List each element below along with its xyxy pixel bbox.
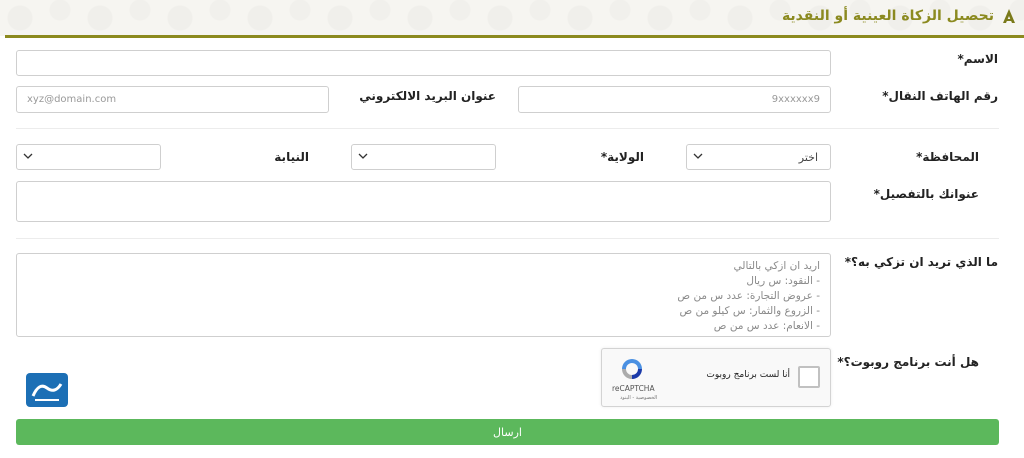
placeholder-line: - الزروع والثمار: س كيلو من ص bbox=[679, 305, 820, 317]
page-title: تحصيل الزكاة العينية أو النقدية bbox=[781, 8, 994, 24]
recaptcha-terms[interactable]: الخصوصية - البنود bbox=[620, 395, 657, 401]
niyaba-select[interactable] bbox=[16, 144, 161, 170]
name-input[interactable] bbox=[16, 50, 831, 76]
section-divider bbox=[16, 238, 999, 239]
governorate-value: اختر bbox=[798, 151, 818, 164]
placeholder-line: - عروض التجارة: عدد س من ص bbox=[677, 290, 820, 302]
recaptcha-text: أنا لست برنامج روبوت bbox=[706, 370, 790, 380]
recaptcha-brand: reCAPTCHA bbox=[612, 384, 655, 393]
governorate-select[interactable]: اختر bbox=[686, 144, 831, 170]
placeholder-line: اريد ان ازكي بالتالي bbox=[733, 260, 820, 272]
robot-label: هل أنت برنامج روبوت؟* bbox=[837, 355, 979, 369]
email-input[interactable]: xyz@domain.com bbox=[16, 86, 329, 113]
recaptcha-logo-icon bbox=[622, 359, 642, 379]
name-label: الاسم* bbox=[957, 52, 998, 66]
phone-input[interactable]: 9xxxxxx9 bbox=[518, 86, 831, 113]
section-divider bbox=[16, 128, 999, 129]
chevron-down-icon bbox=[358, 153, 368, 159]
almrj3-logo bbox=[26, 373, 68, 407]
chevron-down-icon bbox=[23, 153, 33, 159]
zakat-textarea[interactable]: اريد ان ازكي بالتالي - النقود: س ريال - … bbox=[16, 253, 831, 337]
email-label: عنوان البريد الالكتروني bbox=[359, 89, 496, 103]
governorate-label: المحافظة* bbox=[916, 150, 979, 164]
recaptcha-checkbox[interactable] bbox=[798, 366, 820, 388]
submit-button[interactable]: ارسال bbox=[16, 419, 999, 445]
header-divider bbox=[5, 35, 1024, 38]
recaptcha-widget: أنا لست برنامج روبوت reCAPTCHA الخصوصية … bbox=[601, 348, 831, 407]
placeholder-line: - الانعام: عدد س من ص bbox=[713, 320, 820, 332]
wilayat-select[interactable] bbox=[351, 144, 496, 170]
address-label: عنوانك بالتفصيل* bbox=[873, 187, 979, 201]
wilayat-label: الولاية* bbox=[600, 150, 644, 164]
chevron-down-icon bbox=[693, 153, 703, 159]
person-icon bbox=[1003, 9, 1015, 23]
zakat-label: ما الذي تريد ان تزكي به؟* bbox=[844, 255, 998, 269]
address-input[interactable] bbox=[16, 181, 831, 222]
placeholder-line: - النقود: س ريال bbox=[746, 275, 820, 287]
phone-label: رقم الهاتف النقال* bbox=[882, 89, 998, 103]
niyaba-label: النيابة bbox=[274, 150, 309, 164]
